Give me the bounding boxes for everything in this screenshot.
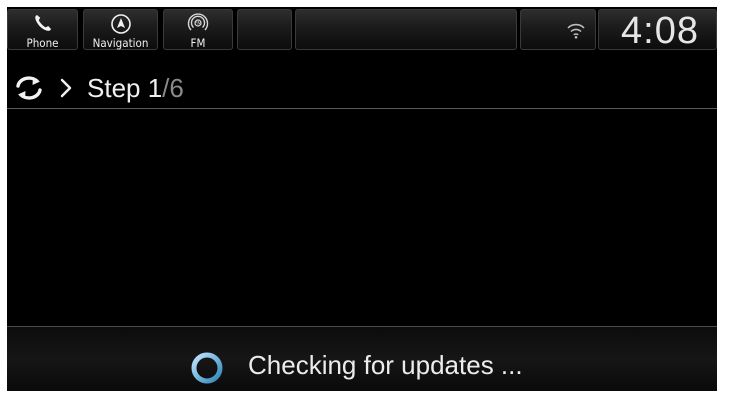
status-footer: Checking for updates ...: [7, 327, 717, 391]
empty-slot-2[interactable]: [295, 9, 517, 50]
content-area: [7, 109, 717, 326]
tab-fm[interactable]: FM FM: [163, 9, 233, 50]
radio-icon-text: FM: [194, 21, 201, 27]
tab-phone-label: Phone: [26, 36, 59, 50]
tab-navigation-label: Navigation: [92, 36, 149, 50]
step-total: /6: [162, 73, 184, 103]
step-current: Step 1: [87, 73, 163, 103]
spinner-icon: [190, 351, 224, 390]
update-header: Step 1/6: [7, 65, 717, 109]
head-unit-screen: Phone Navigation FM FM 4:08 Step 1/6 Che…: [7, 7, 717, 391]
tab-navigation[interactable]: Navigation: [83, 9, 158, 50]
empty-slot-1[interactable]: [237, 9, 292, 50]
step-indicator: Step 1/6: [87, 73, 184, 104]
tab-phone[interactable]: Phone: [7, 9, 78, 50]
phone-icon: [8, 13, 77, 33]
wifi-icon: [567, 23, 585, 44]
clock: 4:08: [621, 10, 699, 52]
status-text: Checking for updates ...: [248, 350, 523, 380]
tab-fm-label: FM: [190, 36, 206, 50]
radio-icon: FM: [164, 13, 232, 33]
refresh-icon[interactable]: [14, 75, 44, 106]
chevron-right-icon: [59, 77, 73, 104]
top-status-bar: Phone Navigation FM FM 4:08: [7, 7, 717, 54]
navigation-icon: [84, 13, 157, 34]
